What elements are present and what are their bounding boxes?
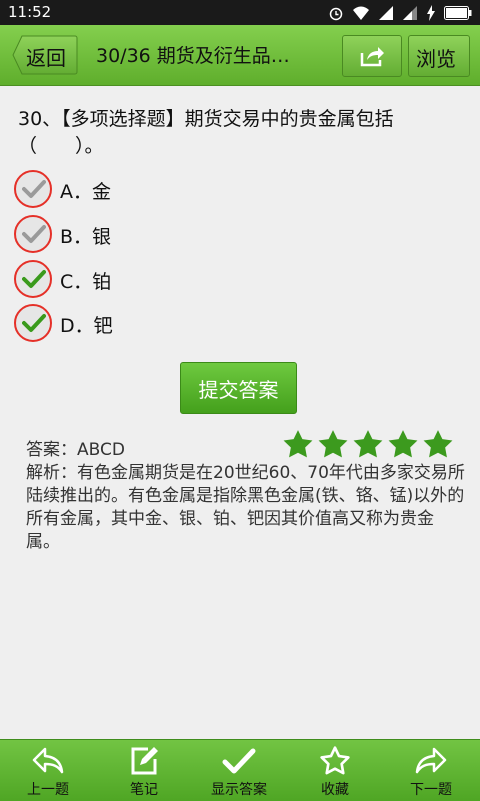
- page-title: 30/36 期货及衍生品…: [96, 45, 290, 67]
- browse-button[interactable]: 浏览: [408, 35, 470, 77]
- star-icon: [353, 430, 383, 458]
- status-icons: [328, 5, 472, 21]
- checkmark-icon: [222, 748, 256, 774]
- notes-label: 笔记: [130, 782, 158, 798]
- forward-arrow-icon: [415, 747, 447, 774]
- option-b-checkbox[interactable]: [14, 215, 52, 253]
- bottom-nav: 上一题 笔记 显示答案 收藏 下一题: [0, 739, 480, 801]
- top-toolbar: 返回 30/36 期货及衍生品… 浏览: [0, 25, 480, 86]
- option-c-checkbox[interactable]: [14, 260, 52, 298]
- option-b[interactable]: B．银: [14, 215, 214, 255]
- check-green-icon: [22, 314, 46, 332]
- signal-icon: [379, 6, 393, 20]
- wifi-icon: [353, 6, 369, 20]
- back-arrow-icon: [32, 747, 64, 774]
- star-outline-icon: [320, 746, 350, 775]
- star-icon: [283, 430, 313, 458]
- option-d[interactable]: D．钯: [14, 304, 214, 344]
- charging-icon: [427, 5, 435, 21]
- option-d-checkbox[interactable]: [14, 304, 52, 342]
- question-text: 30、【多项选择题】期货交易中的贵金属包括（ ）。: [18, 108, 394, 157]
- star-icon: [423, 430, 453, 458]
- star-icon: [318, 430, 348, 458]
- note-edit-icon: [131, 747, 158, 775]
- notes-button[interactable]: 笔记: [99, 740, 189, 801]
- submit-answer-button[interactable]: 提交答案: [180, 362, 297, 414]
- option-b-label: B．银: [60, 226, 112, 248]
- difficulty-stars: [281, 428, 455, 462]
- answer-text: 答案：ABCD: [26, 440, 125, 460]
- analysis-text: 解析：有色金属期货是在20世纪60、70年代由多家交易所陆续推出的。有色金属是指…: [26, 463, 465, 552]
- back-button[interactable]: 返回: [12, 35, 78, 75]
- check-green-icon: [22, 270, 46, 288]
- next-question-button[interactable]: 下一题: [386, 740, 476, 801]
- prev-question-button[interactable]: 上一题: [3, 740, 93, 801]
- back-button-label: 返回: [26, 46, 66, 70]
- star-icon: [388, 430, 418, 458]
- check-gray-icon: [22, 225, 46, 243]
- prev-question-label: 上一题: [27, 782, 69, 798]
- favorite-label: 收藏: [321, 782, 349, 798]
- option-a-label: A．金: [60, 181, 111, 203]
- option-a-checkbox[interactable]: [14, 170, 52, 208]
- share-icon: [360, 47, 384, 67]
- show-answer-label: 显示答案: [211, 782, 267, 798]
- alarm-icon: [329, 7, 343, 21]
- option-c-label: C．铂: [60, 271, 112, 293]
- option-d-label: D．钯: [60, 315, 113, 337]
- option-c[interactable]: C．铂: [14, 260, 214, 300]
- favorite-button[interactable]: 收藏: [290, 740, 380, 801]
- battery-icon: [444, 6, 472, 20]
- check-gray-icon: [22, 180, 46, 198]
- status-bar: 11:52: [0, 0, 480, 25]
- show-answer-button[interactable]: 显示答案: [194, 740, 284, 801]
- signal-2-icon: [403, 6, 417, 20]
- next-question-label: 下一题: [410, 782, 452, 798]
- browse-button-label: 浏览: [416, 47, 456, 71]
- option-a[interactable]: A．金: [14, 170, 214, 210]
- share-button[interactable]: [342, 35, 402, 77]
- status-time: 11:52: [8, 3, 52, 21]
